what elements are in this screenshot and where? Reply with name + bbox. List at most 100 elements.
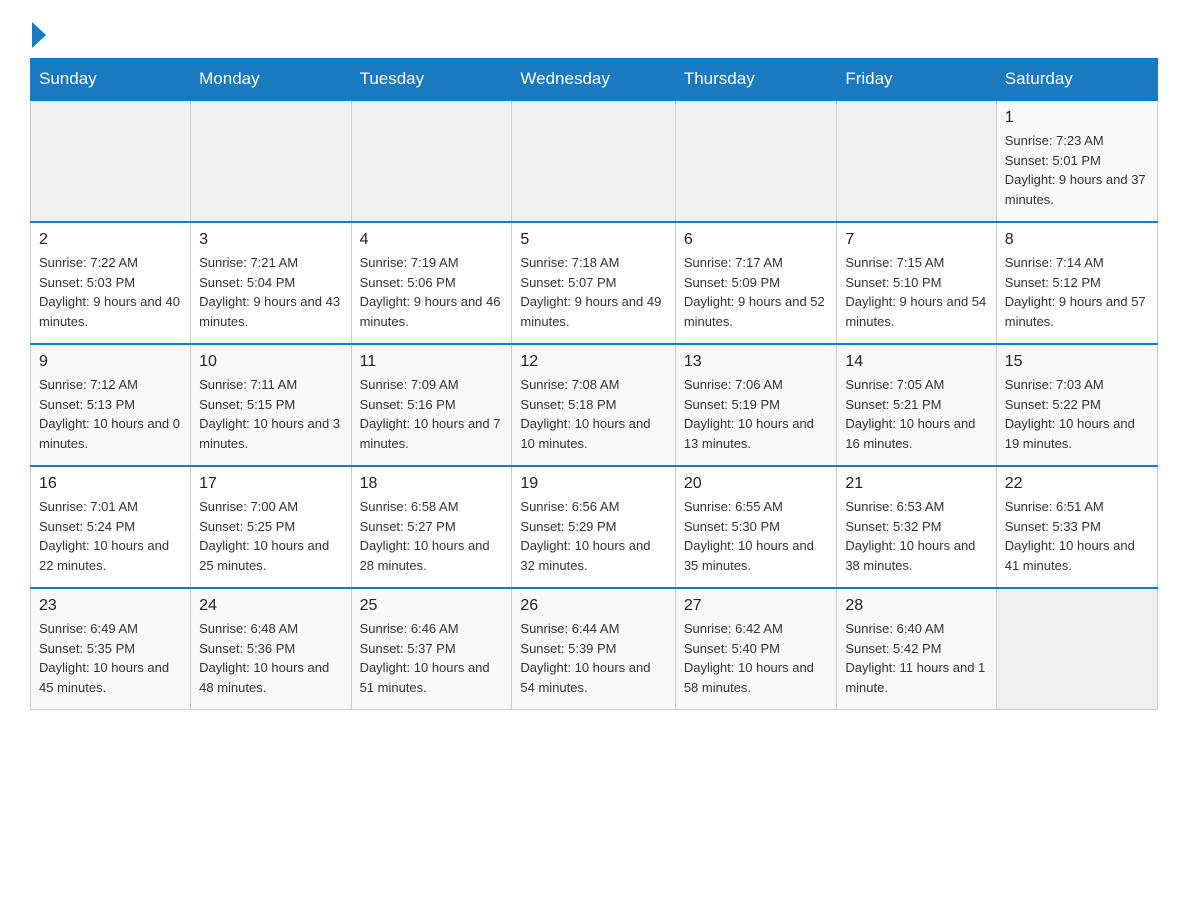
weekday-header-sunday: Sunday: [31, 59, 191, 101]
calendar-cell: 18 Sunrise: 6:58 AM Sunset: 5:27 PM Dayli…: [351, 466, 512, 588]
weekday-header-monday: Monday: [191, 59, 351, 101]
calendar-cell: 5 Sunrise: 7:18 AM Sunset: 5:07 PM Daylig…: [512, 222, 675, 344]
day-info: Sunrise: 7:12 AM Sunset: 5:13 PM Dayligh…: [39, 375, 182, 453]
day-info: Sunrise: 7:18 AM Sunset: 5:07 PM Dayligh…: [520, 253, 666, 331]
day-info: Sunrise: 6:49 AM Sunset: 5:35 PM Dayligh…: [39, 619, 182, 697]
logo: [30, 20, 46, 48]
day-number: 27: [684, 597, 829, 615]
calendar-cell: 17 Sunrise: 7:00 AM Sunset: 5:25 PM Dayli…: [191, 466, 351, 588]
calendar-cell: 20 Sunrise: 6:55 AM Sunset: 5:30 PM Dayli…: [675, 466, 837, 588]
calendar-cell: 16 Sunrise: 7:01 AM Sunset: 5:24 PM Dayli…: [31, 466, 191, 588]
day-info: Sunrise: 7:19 AM Sunset: 5:06 PM Dayligh…: [360, 253, 504, 331]
day-info: Sunrise: 7:09 AM Sunset: 5:16 PM Dayligh…: [360, 375, 504, 453]
day-info: Sunrise: 7:06 AM Sunset: 5:19 PM Dayligh…: [684, 375, 829, 453]
day-number: 18: [360, 475, 504, 493]
calendar-cell: 4Sunrise: 7:19 AM Sunset: 5:06 PM Daylig…: [351, 222, 512, 344]
calendar-week-row: 2 Sunrise: 7:22 AM Sunset: 5:03 PM Daylig…: [31, 222, 1158, 344]
calendar-cell: [512, 100, 675, 222]
day-info: Sunrise: 6:40 AM Sunset: 5:42 PM Dayligh…: [845, 619, 987, 697]
calendar-cell: 8 Sunrise: 7:14 AM Sunset: 5:12 PM Daylig…: [996, 222, 1157, 344]
weekday-header-thursday: Thursday: [675, 59, 837, 101]
day-info: Sunrise: 7:22 AM Sunset: 5:03 PM Dayligh…: [39, 253, 182, 331]
day-number: 7: [845, 231, 987, 249]
day-number: 10: [199, 353, 342, 371]
day-info: Sunrise: 7:17 AM Sunset: 5:09 PM Dayligh…: [684, 253, 829, 331]
calendar-week-row: 23 Sunrise: 6:49 AM Sunset: 5:35 PM Dayli…: [31, 588, 1158, 710]
day-info: Sunrise: 7:03 AM Sunset: 5:22 PM Dayligh…: [1005, 375, 1149, 453]
calendar-cell: 21Sunrise: 6:53 AM Sunset: 5:32 PM Dayli…: [837, 466, 996, 588]
day-info: Sunrise: 6:42 AM Sunset: 5:40 PM Dayligh…: [684, 619, 829, 697]
day-number: 5: [520, 231, 666, 249]
day-info: Sunrise: 6:51 AM Sunset: 5:33 PM Dayligh…: [1005, 497, 1149, 575]
calendar-cell: 22 Sunrise: 6:51 AM Sunset: 5:33 PM Dayli…: [996, 466, 1157, 588]
weekday-header-wednesday: Wednesday: [512, 59, 675, 101]
calendar-cell: 15Sunrise: 7:03 AM Sunset: 5:22 PM Dayli…: [996, 344, 1157, 466]
day-number: 3: [199, 231, 342, 249]
day-number: 21: [845, 475, 987, 493]
day-info: Sunrise: 7:14 AM Sunset: 5:12 PM Dayligh…: [1005, 253, 1149, 331]
day-info: Sunrise: 6:48 AM Sunset: 5:36 PM Dayligh…: [199, 619, 342, 697]
calendar-cell: 3 Sunrise: 7:21 AM Sunset: 5:04 PM Daylig…: [191, 222, 351, 344]
day-number: 19: [520, 475, 666, 493]
day-number: 2: [39, 231, 182, 249]
calendar-cell: 25 Sunrise: 6:46 AM Sunset: 5:37 PM Dayli…: [351, 588, 512, 710]
weekday-header-row: SundayMondayTuesdayWednesdayThursdayFrid…: [31, 59, 1158, 101]
calendar-cell: [837, 100, 996, 222]
day-info: Sunrise: 6:58 AM Sunset: 5:27 PM Dayligh…: [360, 497, 504, 575]
weekday-header-friday: Friday: [837, 59, 996, 101]
calendar-cell: 19Sunrise: 6:56 AM Sunset: 5:29 PM Dayli…: [512, 466, 675, 588]
day-number: 26: [520, 597, 666, 615]
calendar-cell: [31, 100, 191, 222]
day-number: 13: [684, 353, 829, 371]
day-info: Sunrise: 7:15 AM Sunset: 5:10 PM Dayligh…: [845, 253, 987, 331]
calendar-week-row: 9 Sunrise: 7:12 AM Sunset: 5:13 PM Daylig…: [31, 344, 1158, 466]
calendar-cell: 14Sunrise: 7:05 AM Sunset: 5:21 PM Dayli…: [837, 344, 996, 466]
calendar-cell: 23 Sunrise: 6:49 AM Sunset: 5:35 PM Dayli…: [31, 588, 191, 710]
day-info: Sunrise: 7:00 AM Sunset: 5:25 PM Dayligh…: [199, 497, 342, 575]
day-number: 9: [39, 353, 182, 371]
calendar-cell: [675, 100, 837, 222]
calendar-cell: 2 Sunrise: 7:22 AM Sunset: 5:03 PM Daylig…: [31, 222, 191, 344]
calendar-cell: 1 Sunrise: 7:23 AM Sunset: 5:01 PM Daylig…: [996, 100, 1157, 222]
calendar-week-row: 1 Sunrise: 7:23 AM Sunset: 5:01 PM Daylig…: [31, 100, 1158, 222]
calendar-cell: 7 Sunrise: 7:15 AM Sunset: 5:10 PM Daylig…: [837, 222, 996, 344]
day-number: 28: [845, 597, 987, 615]
day-info: Sunrise: 7:23 AM Sunset: 5:01 PM Dayligh…: [1005, 131, 1149, 209]
calendar-body: 1 Sunrise: 7:23 AM Sunset: 5:01 PM Daylig…: [31, 100, 1158, 710]
calendar-cell: 28 Sunrise: 6:40 AM Sunset: 5:42 PM Dayli…: [837, 588, 996, 710]
day-number: 11: [360, 353, 504, 371]
page-header: [30, 20, 1158, 48]
day-info: Sunrise: 6:46 AM Sunset: 5:37 PM Dayligh…: [360, 619, 504, 697]
day-info: Sunrise: 6:55 AM Sunset: 5:30 PM Dayligh…: [684, 497, 829, 575]
day-number: 17: [199, 475, 342, 493]
day-number: 14: [845, 353, 987, 371]
calendar-cell: 13 Sunrise: 7:06 AM Sunset: 5:19 PM Dayli…: [675, 344, 837, 466]
day-info: Sunrise: 7:08 AM Sunset: 5:18 PM Dayligh…: [520, 375, 666, 453]
calendar-cell: [351, 100, 512, 222]
calendar-header: SundayMondayTuesdayWednesdayThursdayFrid…: [31, 59, 1158, 101]
day-number: 25: [360, 597, 504, 615]
day-info: Sunrise: 7:21 AM Sunset: 5:04 PM Dayligh…: [199, 253, 342, 331]
day-number: 16: [39, 475, 182, 493]
calendar-cell: 11 Sunrise: 7:09 AM Sunset: 5:16 PM Dayli…: [351, 344, 512, 466]
day-number: 23: [39, 597, 182, 615]
weekday-header-saturday: Saturday: [996, 59, 1157, 101]
calendar-table: SundayMondayTuesdayWednesdayThursdayFrid…: [30, 58, 1158, 710]
day-number: 20: [684, 475, 829, 493]
day-number: 22: [1005, 475, 1149, 493]
day-info: Sunrise: 6:44 AM Sunset: 5:39 PM Dayligh…: [520, 619, 666, 697]
day-number: 8: [1005, 231, 1149, 249]
day-number: 12: [520, 353, 666, 371]
day-info: Sunrise: 7:01 AM Sunset: 5:24 PM Dayligh…: [39, 497, 182, 575]
day-number: 6: [684, 231, 829, 249]
calendar-cell: 27 Sunrise: 6:42 AM Sunset: 5:40 PM Dayli…: [675, 588, 837, 710]
day-number: 1: [1005, 109, 1149, 127]
calendar-cell: [996, 588, 1157, 710]
day-info: Sunrise: 7:11 AM Sunset: 5:15 PM Dayligh…: [199, 375, 342, 453]
calendar-week-row: 16 Sunrise: 7:01 AM Sunset: 5:24 PM Dayli…: [31, 466, 1158, 588]
logo-arrow-icon: [32, 22, 46, 48]
calendar-cell: 24Sunrise: 6:48 AM Sunset: 5:36 PM Dayli…: [191, 588, 351, 710]
calendar-cell: 6 Sunrise: 7:17 AM Sunset: 5:09 PM Daylig…: [675, 222, 837, 344]
calendar-cell: 12 Sunrise: 7:08 AM Sunset: 5:18 PM Dayli…: [512, 344, 675, 466]
weekday-header-tuesday: Tuesday: [351, 59, 512, 101]
